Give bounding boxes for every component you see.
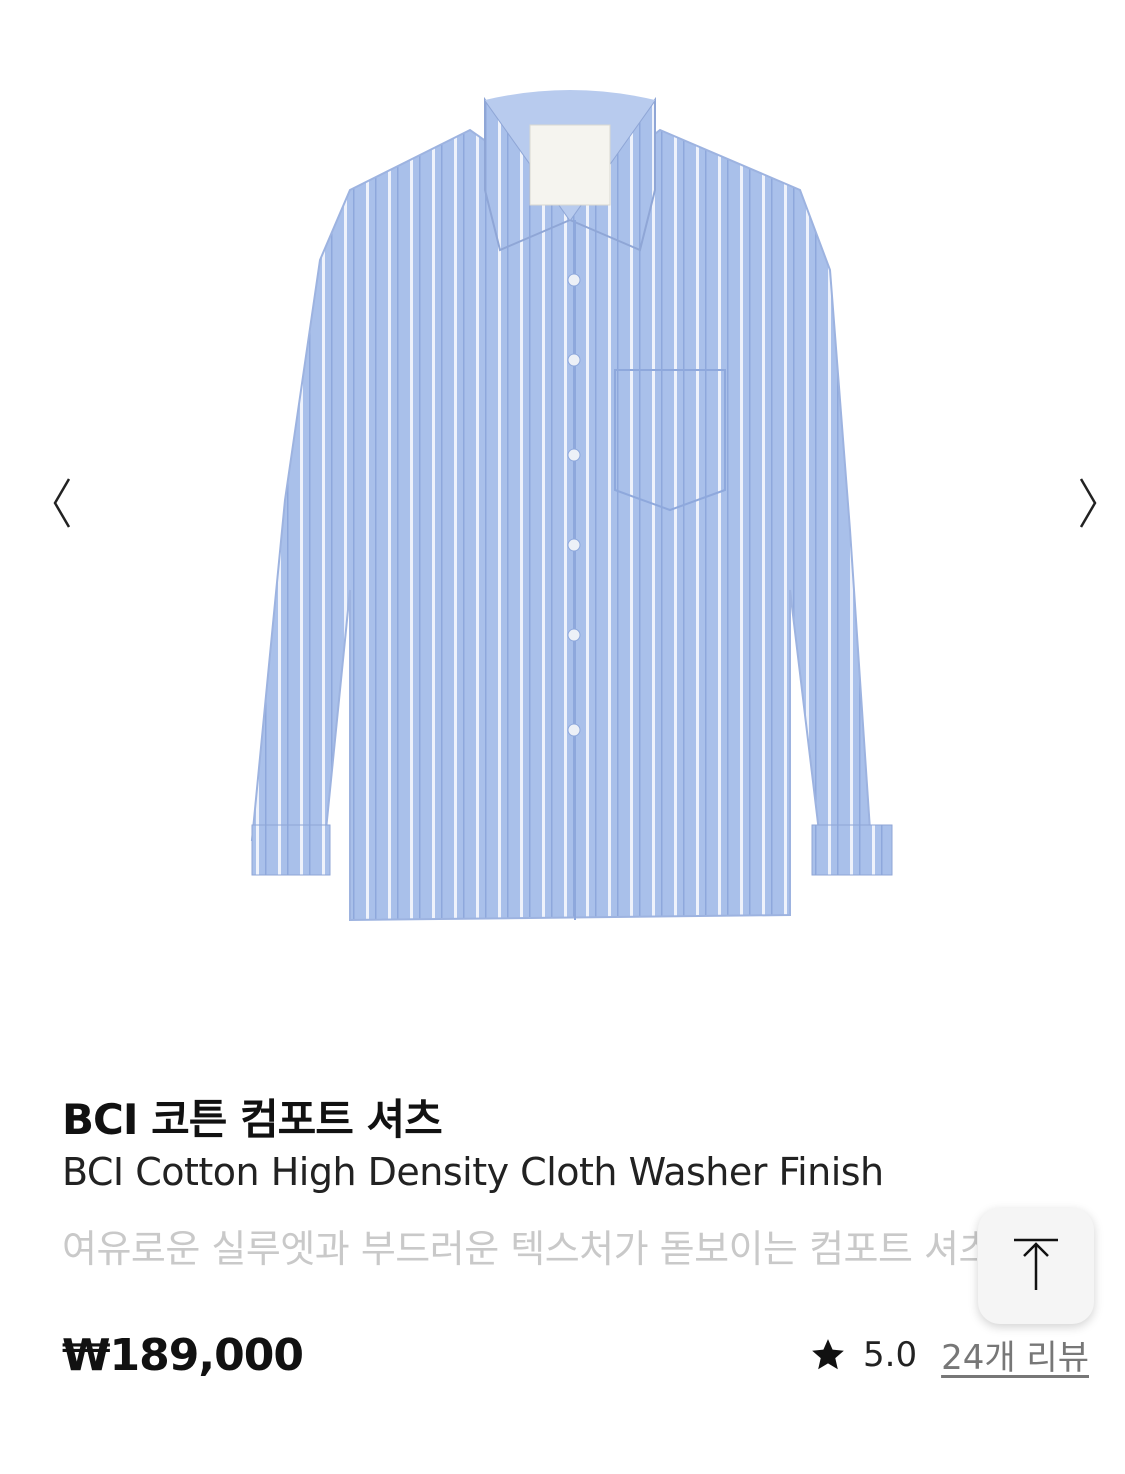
gallery-next-button[interactable] — [1058, 470, 1118, 540]
product-price: ₩189,000 — [62, 1330, 304, 1381]
star-icon — [809, 1335, 849, 1375]
chevron-left-icon — [52, 477, 72, 533]
arrow-up-to-top-icon — [1010, 1236, 1062, 1296]
product-image-gallery[interactable] — [0, 0, 1125, 1000]
rating-value: 5.0 — [863, 1334, 918, 1375]
product-description: 여유로운 실루엣과 부드러운 텍스처가 돋보이는 컴포트 셔츠 — [62, 1227, 977, 1271]
gallery-prev-button[interactable] — [32, 470, 92, 540]
product-image — [230, 70, 920, 950]
reviews-link[interactable]: 24개 리뷰 — [941, 1330, 1089, 1379]
product-title-korean: BCI 코튼 컴포트 셔츠 — [62, 1095, 443, 1144]
scroll-to-top-button[interactable] — [978, 1208, 1094, 1324]
chevron-right-icon — [1078, 477, 1098, 533]
rating-summary: 5.0 24개 리뷰 — [809, 1330, 1089, 1379]
product-title-english: BCI Cotton High Density Cloth Washer Fin… — [62, 1150, 884, 1194]
